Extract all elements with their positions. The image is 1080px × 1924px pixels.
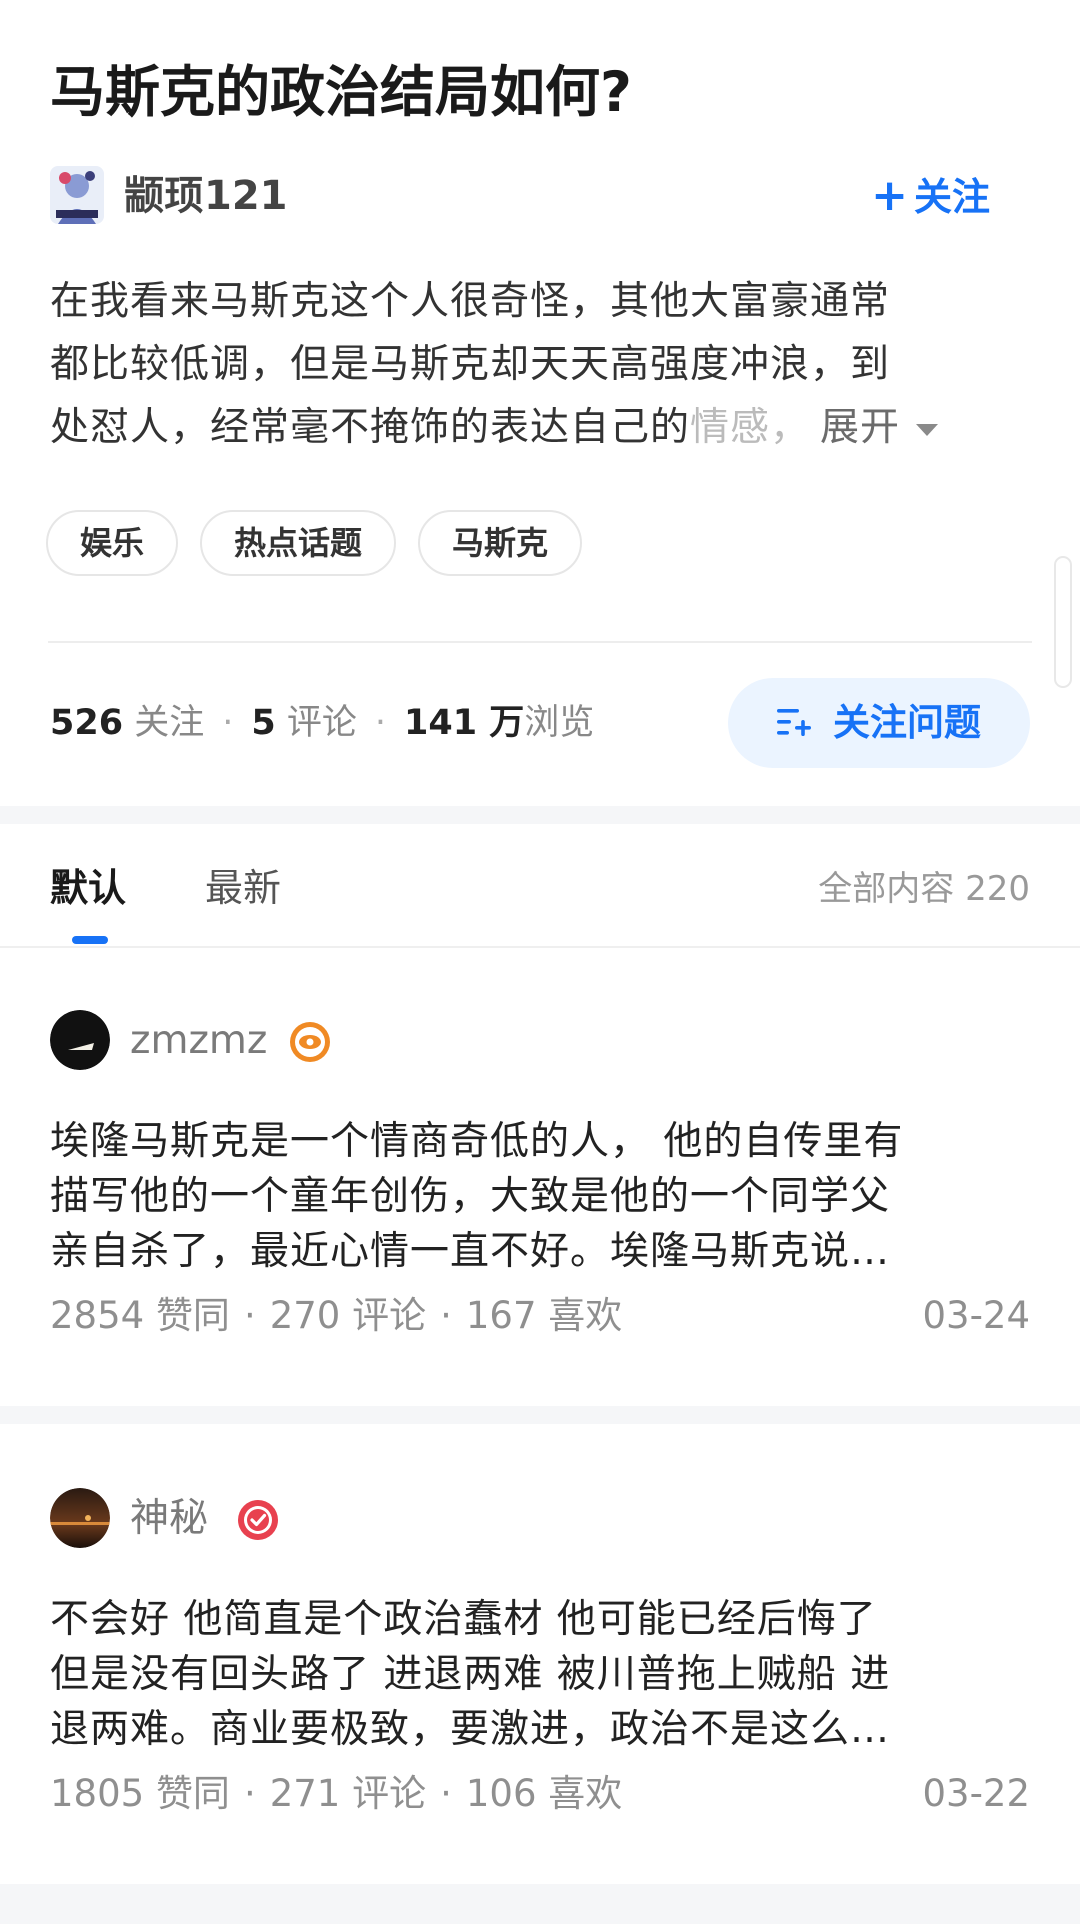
question-description[interactable]: 在我看来马斯克这个人很奇怪，其他大富豪通常 都比较低调，但是马斯克却天天高强度冲… xyxy=(50,270,1030,459)
red-check-badge-icon xyxy=(236,1498,280,1546)
comments-label: 评论 xyxy=(352,1294,427,1337)
views-label: 浏览 xyxy=(524,703,595,743)
description-line-last: 处怼人，经常毫不掩饰的表达自己的情感， 展开 xyxy=(50,396,1030,459)
description-fade-text: 情感， xyxy=(690,405,811,450)
follow-author-label: 关注 xyxy=(913,175,990,219)
views-count: 141 万 xyxy=(404,703,525,743)
answer-excerpt-line: 不会好 他简直是个政治蠢材 他可能已经后悔了 xyxy=(50,1597,877,1642)
comments-label: 评论 xyxy=(352,1772,427,1815)
scrollbar[interactable] xyxy=(1054,556,1072,688)
answer-meta: 1805 赞同 · 271 评论 · 106 喜欢 03-22 xyxy=(50,1764,1030,1824)
question-title: 马斯克的政治结局如何? xyxy=(50,60,632,124)
question-stats: 526 关注 · 5 评论 · 141 万浏览 xyxy=(50,690,594,756)
topic-tag[interactable]: 娱乐 xyxy=(46,510,179,576)
section-separator xyxy=(0,1406,1080,1424)
author-name[interactable]: 颛顼121 xyxy=(124,166,288,226)
favorites-label: 喜欢 xyxy=(548,1772,623,1815)
answer-excerpt-line: 亲自杀了，最近心情一直不好。埃隆马斯克说… xyxy=(50,1229,891,1274)
favorites-label: 喜欢 xyxy=(548,1294,623,1337)
author-avatar[interactable] xyxy=(50,166,104,224)
caret-down-icon[interactable] xyxy=(916,423,939,436)
avatar[interactable] xyxy=(50,1010,110,1070)
description-line: 都比较低调，但是马斯克却天天高强度冲浪，到 xyxy=(50,342,891,387)
expand-button[interactable]: 展开 xyxy=(820,405,900,450)
answer-card[interactable]: zmzmz 埃隆马斯克是一个情商奇低的人， 他的自传里有 描写他的一个童年创伤，… xyxy=(0,1010,1080,1390)
dot-separator: · xyxy=(374,703,387,743)
comments-count: 5 xyxy=(251,703,276,743)
comments-label: 评论 xyxy=(286,703,357,743)
topic-tags: 娱乐 热点话题 马斯克 xyxy=(46,510,604,576)
answer-author-name[interactable]: zmzmz xyxy=(130,1010,267,1072)
tab-latest[interactable]: 最新 xyxy=(205,860,281,916)
follow-question-label: 关注问题 xyxy=(833,701,981,744)
followers-count: 526 xyxy=(50,703,124,743)
answer-excerpt-line: 但是没有回头路了 进退两难 被川普拖上贼船 进 xyxy=(50,1652,891,1697)
avatar[interactable] xyxy=(50,1488,110,1548)
section-separator xyxy=(0,806,1080,824)
likes-label: 赞同 xyxy=(155,1294,230,1337)
answer-tabs: 默认 最新 全部内容 220 xyxy=(0,824,1080,948)
follow-question-button[interactable]: 关注问题 xyxy=(728,678,1030,768)
answer-date: 03-22 xyxy=(922,1772,1030,1815)
topic-tag[interactable]: 热点话题 xyxy=(200,510,397,576)
likes-count: 2854 xyxy=(50,1294,145,1337)
answer-excerpt-line: 埃隆马斯克是一个情商奇低的人， 他的自传里有 xyxy=(50,1119,904,1164)
answer-date: 03-24 xyxy=(922,1294,1030,1337)
topic-tag[interactable]: 马斯克 xyxy=(418,510,583,576)
divider xyxy=(48,641,1032,643)
dot-separator: · xyxy=(243,1772,256,1815)
section-separator xyxy=(0,1884,1080,1924)
answer-excerpt-line: 描写他的一个童年创伤，大致是他的一个同学父 xyxy=(50,1174,891,1219)
answer-excerpt-line: 退两难。商业要极致，要激进，政治不是这么… xyxy=(50,1707,891,1752)
plus-icon: + xyxy=(871,170,908,221)
follow-author-button[interactable]: + 关注 xyxy=(871,166,990,227)
description-line: 在我看来马斯克这个人很奇怪，其他大富豪通常 xyxy=(50,279,891,324)
followers-label: 关注 xyxy=(134,703,205,743)
comments-count: 271 xyxy=(269,1772,341,1815)
dot-separator: · xyxy=(440,1294,452,1337)
description-text: 处怼人，经常毫不掩饰的表达自己的 xyxy=(50,405,691,450)
divider xyxy=(0,946,1080,948)
answer-meta: 2854 赞同 · 270 评论 · 167 喜欢 03-24 xyxy=(50,1286,1030,1346)
active-tab-indicator xyxy=(72,936,108,944)
answer-card[interactable]: 神秘 不会好 他简直是个政治蠢材 他可能已经后悔了 但是没有回头路了 进退两难 … xyxy=(0,1488,1080,1868)
answer-excerpt: 不会好 他简直是个政治蠢材 他可能已经后悔了 但是没有回头路了 进退两难 被川普… xyxy=(50,1592,1030,1757)
question-author-row: 颛顼121 + 关注 xyxy=(50,166,1030,226)
favorites-count: 106 xyxy=(465,1772,537,1815)
dot-separator: · xyxy=(243,1294,256,1337)
follow-question-icon xyxy=(777,708,811,736)
comments-count: 270 xyxy=(269,1294,341,1337)
likes-label: 赞同 xyxy=(155,1772,230,1815)
question-page: 马斯克的政治结局如何? 颛顼121 + 关注 在我看来马斯克这个人很奇怪，其他大富… xyxy=(0,0,1080,1924)
orange-eye-badge-icon xyxy=(288,1020,332,1068)
total-content-count: 全部内容 220 xyxy=(818,869,1030,909)
answer-author-name[interactable]: 神秘 xyxy=(130,1488,208,1550)
dot-separator: · xyxy=(222,703,234,743)
likes-count: 1805 xyxy=(50,1772,145,1815)
tab-default[interactable]: 默认 xyxy=(50,860,126,916)
favorites-count: 167 xyxy=(465,1294,537,1337)
answer-excerpt: 埃隆马斯克是一个情商奇低的人， 他的自传里有 描写他的一个童年创伤，大致是他的一… xyxy=(50,1114,1030,1279)
dot-separator: · xyxy=(440,1772,452,1815)
